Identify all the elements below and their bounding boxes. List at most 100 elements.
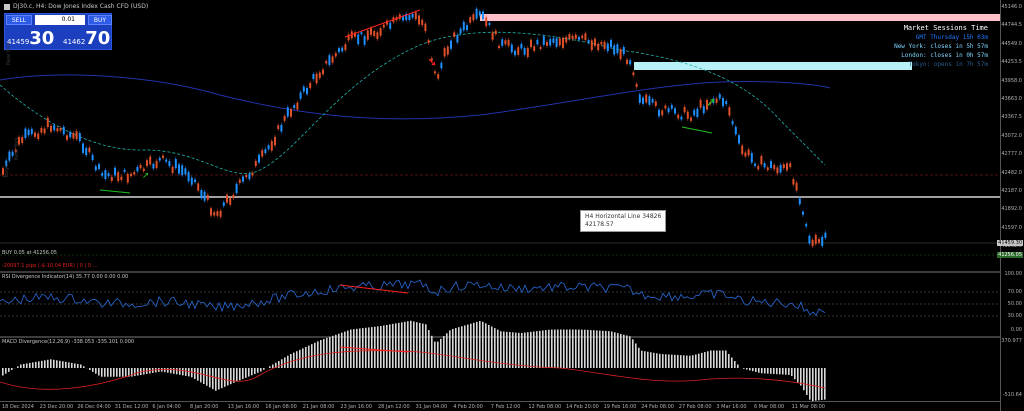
time-axis-label: 14 Feb 20:00 bbox=[566, 404, 599, 410]
rsi-line bbox=[0, 279, 826, 317]
candle-body bbox=[146, 160, 148, 167]
macd-bar bbox=[404, 321, 406, 368]
macd-bar bbox=[641, 350, 643, 368]
resistance-zone-pink[interactable] bbox=[480, 14, 1000, 21]
candle-body bbox=[318, 72, 321, 79]
macd-bar bbox=[68, 362, 70, 368]
macd-bar bbox=[620, 333, 622, 368]
macd-bar bbox=[164, 368, 166, 373]
candle-body bbox=[418, 15, 420, 25]
supply-zone-cyan[interactable] bbox=[634, 62, 912, 70]
macd-bar bbox=[272, 364, 274, 368]
price-axis-label: 42187.0 bbox=[1001, 188, 1022, 194]
macd-bar bbox=[479, 321, 481, 368]
candle-body bbox=[555, 38, 558, 47]
candle-body bbox=[587, 40, 590, 43]
candle-body bbox=[798, 198, 801, 205]
candle-body bbox=[296, 102, 299, 110]
macd-bar bbox=[341, 332, 343, 368]
rsi-indicator-label: RSI Divergence Indicator(14) 35.77 0.00 … bbox=[2, 274, 129, 280]
candle-body bbox=[520, 43, 523, 49]
macd-bar bbox=[788, 368, 790, 375]
time-axis-label: 31 Dec 12:00 bbox=[114, 404, 149, 410]
candle-body bbox=[203, 191, 206, 201]
macd-bar bbox=[374, 326, 376, 368]
candle-body bbox=[738, 135, 740, 144]
candle-body bbox=[107, 173, 110, 177]
candle-body bbox=[645, 94, 648, 103]
candle-body bbox=[766, 167, 769, 171]
candle-body bbox=[690, 117, 692, 121]
market-sessions-panel: Market Sessions Time GMT Thursday 15h 03… bbox=[894, 24, 988, 69]
candle-body bbox=[72, 132, 75, 139]
time-axis-label: 4 Feb 20:00 bbox=[453, 404, 483, 410]
candle-body bbox=[62, 126, 65, 135]
candle-body bbox=[168, 161, 171, 167]
rsi-axis-label: 0.00 bbox=[1010, 327, 1022, 333]
macd-bar bbox=[563, 329, 565, 368]
candle-body bbox=[366, 30, 369, 40]
macd-bar bbox=[707, 351, 709, 368]
macd-bar bbox=[467, 324, 469, 368]
candle-body bbox=[472, 14, 475, 21]
macd-bar bbox=[389, 324, 391, 368]
candle-body bbox=[328, 55, 331, 65]
macd-bar bbox=[791, 368, 793, 377]
candle-body bbox=[459, 28, 462, 34]
macd-bar bbox=[269, 366, 271, 368]
macd-bar bbox=[509, 332, 511, 368]
macd-bar bbox=[593, 330, 595, 368]
price-axis-label: 44744.5 bbox=[1001, 22, 1022, 29]
macd-bar bbox=[263, 368, 265, 370]
price-chart[interactable]: ➘ ➚ ➚ bbox=[0, 0, 1000, 401]
macd-bar bbox=[452, 328, 454, 368]
candle-body bbox=[594, 38, 596, 46]
macd-bar bbox=[725, 350, 727, 368]
macd-bar bbox=[23, 363, 25, 368]
candle-body bbox=[498, 45, 500, 49]
macd-axis-label: -510.64 bbox=[1002, 392, 1022, 398]
candle-body bbox=[248, 173, 251, 180]
buy-order-label[interactable]: BUY 0.05 at 41256.05 bbox=[2, 250, 57, 256]
time-axis[interactable]: 18 Dec 2024 23 Dec 20:00 26 Dec 04:00 31 De… bbox=[0, 401, 1000, 411]
macd-bar bbox=[716, 350, 718, 368]
macd-bar bbox=[578, 329, 580, 368]
candle-body bbox=[155, 160, 158, 168]
price-axis[interactable]: 41459.30 41256.05 45146.0 44744.5 44549.0 4… bbox=[997, 0, 1024, 411]
macd-bar bbox=[56, 360, 58, 368]
candle-body bbox=[299, 92, 302, 99]
candle-body bbox=[571, 35, 574, 40]
macd-bar bbox=[515, 332, 517, 368]
candle-body bbox=[610, 39, 612, 48]
macd-bar bbox=[329, 336, 331, 368]
macd-bar bbox=[230, 368, 232, 385]
time-axis-label: 7 Feb 12:00 bbox=[490, 404, 521, 410]
rsi-axis-label: 30.00 bbox=[1007, 313, 1022, 319]
candle-body bbox=[741, 145, 744, 155]
macd-bar bbox=[95, 368, 97, 374]
macd-bar bbox=[365, 327, 367, 368]
candle-body bbox=[491, 32, 494, 40]
candle-body bbox=[424, 23, 427, 32]
candle-body bbox=[216, 211, 219, 216]
macd-bar bbox=[59, 360, 61, 368]
candle-body bbox=[776, 167, 779, 174]
candle-body bbox=[718, 94, 721, 99]
macd-bar bbox=[227, 368, 229, 386]
candle-body bbox=[133, 172, 136, 175]
candle-body bbox=[488, 22, 491, 25]
candle-body bbox=[382, 24, 385, 28]
macd-bar bbox=[350, 329, 352, 368]
candle-body bbox=[427, 40, 430, 43]
macd-bar bbox=[401, 322, 403, 368]
candle-body bbox=[91, 154, 94, 161]
candle-body bbox=[219, 210, 222, 217]
candle-body bbox=[75, 131, 78, 140]
macd-bar bbox=[776, 368, 778, 375]
candle-body bbox=[581, 35, 584, 39]
candle-body bbox=[440, 62, 443, 69]
macd-bar bbox=[695, 354, 697, 368]
macd-bar bbox=[44, 360, 46, 368]
candle-body bbox=[24, 128, 27, 139]
candle-body bbox=[658, 109, 660, 117]
